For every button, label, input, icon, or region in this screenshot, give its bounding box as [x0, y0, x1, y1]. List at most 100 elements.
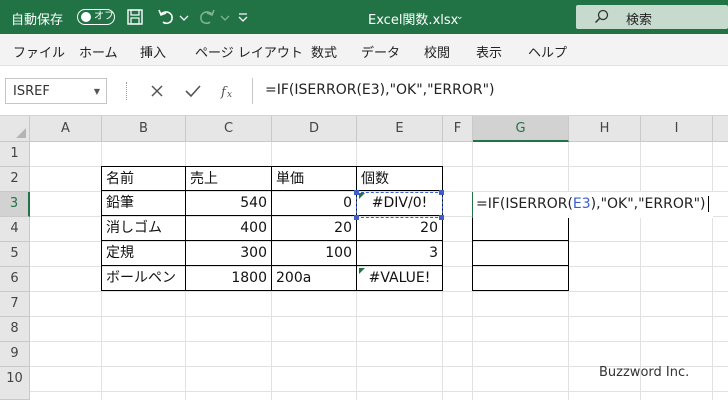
cell-b5[interactable]: 定規: [101, 241, 186, 266]
tab-review[interactable]: 校閲: [424, 42, 450, 61]
tab-home[interactable]: ホーム: [79, 42, 118, 61]
error-indicator-icon[interactable]: [359, 193, 365, 199]
editor-formula-suffix: ),"OK","ERROR"): [590, 196, 706, 212]
cell-g4[interactable]: [472, 216, 569, 241]
column-header-b[interactable]: B: [102, 116, 186, 142]
gridline: [30, 391, 728, 392]
text-caret: [707, 196, 709, 212]
tab-formulas[interactable]: 数式: [311, 42, 337, 61]
cancel-icon[interactable]: [145, 79, 169, 103]
cell-c3[interactable]: 540: [186, 191, 272, 216]
insert-function-icon[interactable]: f x: [216, 79, 240, 103]
spreadsheet-grid: A B C D E F G H I 1 2 3 4 5 6 7 8 9 10 名…: [0, 116, 728, 400]
column-header-g[interactable]: G: [473, 116, 569, 142]
tab-page-layout[interactable]: ページ レイアウト: [195, 42, 303, 61]
cell-c5[interactable]: 300: [186, 241, 272, 266]
search-box[interactable]: 検索: [576, 5, 728, 29]
header-cell-quantity[interactable]: 個数: [357, 166, 443, 191]
select-all-triangle: [16, 128, 26, 138]
redo-dropdown-icon[interactable]: [218, 6, 232, 28]
customize-toolbar-icon[interactable]: [236, 6, 250, 28]
row-header-5[interactable]: 5: [0, 242, 30, 267]
formula-input[interactable]: =IF(ISERROR(E3),"OK","ERROR"): [252, 78, 728, 104]
tab-insert[interactable]: 挿入: [140, 42, 166, 61]
tab-file[interactable]: ファイル: [13, 42, 65, 61]
redo-icon[interactable]: [196, 6, 218, 28]
gridline: [640, 142, 641, 400]
cell-g3-editor[interactable]: =IF(ISERROR(E3),"OK","ERROR"): [473, 192, 713, 218]
row-header-7[interactable]: 7: [0, 292, 30, 317]
column-header-e[interactable]: E: [357, 116, 443, 142]
gridline: [30, 291, 728, 292]
row-header-2[interactable]: 2: [0, 167, 30, 192]
search-placeholder: 検索: [626, 13, 653, 28]
cell-e5[interactable]: 3: [357, 241, 443, 266]
header-cell-sales[interactable]: 売上: [186, 166, 272, 191]
error-indicator-icon[interactable]: [359, 268, 365, 274]
save-icon[interactable]: [124, 6, 146, 28]
row-header-3[interactable]: 3: [0, 192, 30, 217]
gridline: [712, 142, 713, 400]
autosave-toggle[interactable]: オフ: [77, 9, 115, 25]
row-header-1[interactable]: 1: [0, 142, 30, 167]
autosave-state: オフ: [94, 11, 114, 22]
cell-d5[interactable]: 100: [272, 241, 357, 266]
svg-text:x: x: [227, 90, 232, 100]
formula-reference-highlight: [356, 192, 443, 218]
column-header-i[interactable]: I: [641, 116, 713, 142]
row-header-8[interactable]: 8: [0, 317, 30, 342]
row-header-6[interactable]: 6: [0, 267, 30, 292]
cell-d4[interactable]: 20: [272, 216, 357, 241]
select-all-corner[interactable]: [0, 116, 30, 142]
cell-g5[interactable]: [472, 241, 569, 266]
reference-handle[interactable]: [439, 215, 444, 220]
cell-d3[interactable]: 0: [272, 191, 357, 216]
cell-c4[interactable]: 400: [186, 216, 272, 241]
cell-e6[interactable]: #VALUE!: [357, 266, 443, 291]
reference-handle[interactable]: [439, 190, 444, 195]
cell-c6[interactable]: 1800: [186, 266, 272, 291]
column-header-c[interactable]: C: [186, 116, 272, 142]
undo-dropdown-icon[interactable]: [177, 6, 191, 28]
cell-b4[interactable]: 消しゴム: [101, 216, 186, 241]
search-icon: [594, 9, 609, 24]
cell-g6[interactable]: [472, 266, 569, 291]
header-cell-price[interactable]: 単価: [272, 166, 357, 191]
gridline: [30, 316, 728, 317]
tab-view[interactable]: 表示: [476, 42, 502, 61]
column-header-h[interactable]: H: [569, 116, 641, 142]
name-box-dropdown-icon[interactable]: ▼: [94, 87, 100, 96]
formula-text: =IF(ISERROR(E3),"OK","ERROR"): [265, 82, 495, 98]
autosave-label: 自動保存: [11, 13, 64, 28]
cell-b3[interactable]: 鉛筆: [101, 191, 186, 216]
row-header-9[interactable]: 9: [0, 342, 30, 367]
undo-icon[interactable]: [155, 6, 177, 28]
column-header-f[interactable]: F: [443, 116, 473, 142]
tab-help[interactable]: ヘルプ: [528, 42, 567, 61]
cell-b6[interactable]: ボールペン: [101, 266, 186, 291]
column-header-a[interactable]: A: [30, 116, 102, 142]
header-cell-name[interactable]: 名前: [101, 166, 186, 191]
name-box-value: ISREF: [13, 84, 50, 99]
formula-bar: ISREF ▼ f x =IF(ISERROR(E3),"OK","ERROR"…: [0, 66, 728, 116]
tab-data[interactable]: データ: [361, 42, 400, 61]
editor-formula-prefix: =IF(ISERROR(: [476, 196, 573, 212]
watermark: Buzzword Inc.: [599, 365, 690, 380]
column-header-d[interactable]: D: [272, 116, 357, 142]
reference-handle[interactable]: [354, 215, 359, 220]
cell-e4[interactable]: 20: [357, 216, 443, 241]
title-bar: 自動保存 オフ Excel関数.xlsx ⌄ 検索: [0, 0, 728, 34]
document-title-chevron[interactable]: ⌄: [456, 12, 464, 22]
formula-bar-divider: [126, 82, 128, 100]
column-header-overflow: [713, 116, 728, 142]
editor-formula-reference: E3: [572, 196, 591, 212]
document-title[interactable]: Excel関数.xlsx: [368, 9, 458, 28]
row-header-10[interactable]: 10: [0, 367, 30, 400]
row-header-4[interactable]: 4: [0, 217, 30, 242]
enter-check-icon[interactable]: [181, 79, 205, 103]
gridline: [30, 341, 728, 342]
ribbon-tabs: ファイル ホーム 挿入 ページ レイアウト 数式 データ 校閲 表示 ヘルプ: [0, 34, 728, 66]
cell-d6[interactable]: 200a: [272, 266, 357, 291]
name-box[interactable]: ISREF ▼: [5, 78, 107, 104]
reference-handle[interactable]: [354, 190, 359, 195]
